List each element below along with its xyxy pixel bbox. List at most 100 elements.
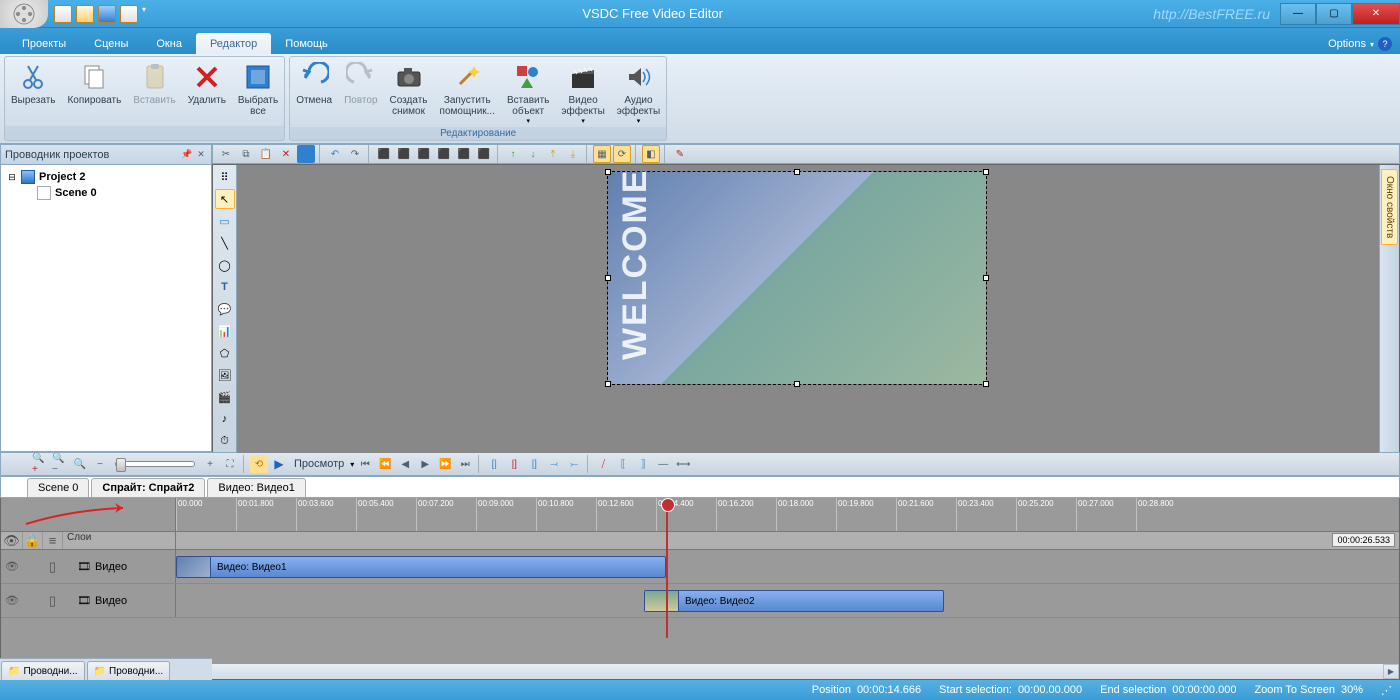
video-preview-frame[interactable]: WELCOME <box>607 171 987 385</box>
step-fwd-icon[interactable]: ▶ <box>416 455 434 473</box>
properties-tab[interactable]: Окно свойств <box>1381 169 1398 245</box>
zoom-fit-icon[interactable]: 🔍 <box>71 455 89 473</box>
grid-btn-3[interactable]: ◧ <box>642 145 660 163</box>
line-tool-icon[interactable]: ╲ <box>215 233 235 253</box>
chart-tool-icon[interactable]: 📊 <box>215 321 235 341</box>
options-menu[interactable]: Options <box>1328 38 1366 50</box>
align-right-icon[interactable]: ⬛ <box>415 145 433 163</box>
mini-redo-icon[interactable]: ↷ <box>346 145 364 163</box>
tab-windows[interactable]: Окна <box>142 33 196 54</box>
tree-scene[interactable]: Scene 0 <box>7 185 205 201</box>
delete-button[interactable]: Удалить <box>182 57 232 126</box>
audio-tool-icon[interactable]: ♪ <box>215 409 235 429</box>
clip-video2[interactable]: Видео: Видео2 <box>644 590 944 612</box>
play-icon[interactable]: ▶ <box>270 455 288 473</box>
text-tool-icon[interactable]: T <box>215 277 235 297</box>
align-bot-icon[interactable]: ⬛ <box>475 145 493 163</box>
shape-tool-icon[interactable]: ⬠ <box>215 343 235 363</box>
ruler-scale[interactable]: 00.00000:01.80000:03.60000:05.40000:07.2… <box>176 498 1399 531</box>
tab-scenes[interactable]: Сцены <box>80 33 142 54</box>
project-tree[interactable]: ⊟ Project 2 Scene 0 <box>1 165 211 451</box>
arrow-up-icon[interactable]: ↑ <box>504 145 522 163</box>
track-2-area[interactable]: Видео: Видео2 <box>176 584 1399 617</box>
explorer-tab-1[interactable]: 📁Проводни... <box>1 661 85 680</box>
help-icon[interactable]: ? <box>1378 37 1392 51</box>
slider-thumb[interactable] <box>116 458 126 472</box>
track-name[interactable]: 🎞Видео <box>63 550 175 583</box>
maximize-button[interactable]: ▢ <box>1316 3 1352 25</box>
tab-editor[interactable]: Редактор <box>196 33 271 54</box>
insert-object-button[interactable]: Вставить объект▾ <box>501 57 555 127</box>
redo-button[interactable]: Повтор <box>338 57 383 127</box>
cut-button[interactable]: Вырезать <box>5 57 61 126</box>
video-tool-icon[interactable]: 🎬 <box>215 387 235 407</box>
mini-delete-icon[interactable]: ✕ <box>277 145 295 163</box>
loop-icon[interactable]: ⟲ <box>250 455 268 473</box>
marker-a-icon[interactable]: [| <box>485 455 503 473</box>
track-name[interactable]: 🎞Видео <box>63 584 175 617</box>
counter-tool-icon[interactable]: ⏱ <box>215 431 235 451</box>
arrow-up2-icon[interactable]: ⤒ <box>544 145 562 163</box>
mini-paste-icon[interactable]: 📋 <box>257 145 275 163</box>
qat-dropdown-icon[interactable]: ▾ <box>142 5 146 23</box>
mini-cut-icon[interactable]: ✂ <box>217 145 235 163</box>
align-left-icon[interactable]: ⬛ <box>375 145 393 163</box>
timeline-empty-area[interactable] <box>1 618 1399 663</box>
ripple-icon[interactable]: ⟷ <box>674 455 692 473</box>
qat-new-icon[interactable] <box>54 5 72 23</box>
qat-export-icon[interactable] <box>120 5 138 23</box>
tl-tab-sprite[interactable]: Спрайт: Спрайт2 <box>91 478 205 497</box>
tl-tab-video[interactable]: Видео: Видео1 <box>207 478 306 497</box>
track-1-area[interactable]: Видео: Видео1 <box>176 550 1399 583</box>
scroll-right-icon[interactable]: ▶ <box>1383 664 1399 679</box>
handle-icon[interactable]: ⠿ <box>215 167 235 187</box>
mini-copy-icon[interactable]: ⧉ <box>237 145 255 163</box>
zoom-in-icon[interactable]: 🔍+ <box>31 455 49 473</box>
collapse-icon[interactable]: ⊟ <box>7 172 17 183</box>
qat-open-icon[interactable] <box>76 5 94 23</box>
resize-grip-icon[interactable]: ⋰ <box>1381 684 1392 697</box>
split-icon[interactable]: ⧸ <box>594 455 612 473</box>
mini-undo-icon[interactable]: ↶ <box>326 145 344 163</box>
image-tool-icon[interactable]: 🖼 <box>215 365 235 385</box>
wizard-button[interactable]: Запустить помощник... <box>434 57 501 127</box>
arrow-down-icon[interactable]: ↓ <box>524 145 542 163</box>
pin-icon[interactable]: 📌 <box>181 149 193 161</box>
tab-help[interactable]: Помощь <box>271 33 342 54</box>
explorer-tab-2[interactable]: 📁Проводни... <box>87 661 171 680</box>
go-end-icon[interactable]: ⏭ <box>456 455 474 473</box>
select-all-button[interactable]: Выбрать все <box>232 57 284 126</box>
tab-projects[interactable]: Проекты <box>8 33 80 54</box>
zoom-out-icon[interactable]: 🔍− <box>51 455 69 473</box>
link-l-icon[interactable]: ⤙ <box>545 455 563 473</box>
canvas-viewport[interactable]: WELCOME <box>237 165 1379 453</box>
ffwd-icon[interactable]: ⏩ <box>436 455 454 473</box>
remove-icon[interactable]: — <box>654 455 672 473</box>
trim-l-icon[interactable]: ⟦ <box>614 455 632 473</box>
link-r-icon[interactable]: ⤚ <box>565 455 583 473</box>
close-panel-icon[interactable]: ✕ <box>195 149 207 161</box>
track-visibility-icon[interactable]: 👁 <box>1 584 23 617</box>
mini-select-icon[interactable] <box>297 145 315 163</box>
cursor-tool-icon[interactable]: ↖ <box>215 189 235 209</box>
marker-c-icon[interactable]: |] <box>525 455 543 473</box>
qat-save-icon[interactable] <box>98 5 116 23</box>
tree-root[interactable]: ⊟ Project 2 <box>7 169 205 185</box>
arrow-down2-icon[interactable]: ⤓ <box>564 145 582 163</box>
eye-column-icon[interactable]: 👁 <box>1 532 23 549</box>
ellipse-tool-icon[interactable]: ◯ <box>215 255 235 275</box>
chevron-down-icon[interactable]: ▾ <box>350 460 354 469</box>
video-effects-button[interactable]: Видео эффекты▾ <box>555 57 610 127</box>
go-start-icon[interactable]: ⏮ <box>356 455 374 473</box>
app-menu-button[interactable] <box>0 0 48 28</box>
pencil-icon[interactable]: ✎ <box>671 145 689 163</box>
grid-btn-2[interactable]: ⟳ <box>613 145 631 163</box>
watermark-link[interactable]: http://BestFREE.ru <box>1153 6 1280 22</box>
snapshot-button[interactable]: Создать снимок <box>384 57 434 127</box>
minimize-button[interactable]: — <box>1280 3 1316 25</box>
timeline-ruler[interactable]: 00.00000:01.80000:03.60000:05.40000:07.2… <box>1 498 1399 532</box>
marker-b-icon[interactable]: |] <box>505 455 523 473</box>
tl-tab-scene[interactable]: Scene 0 <box>27 478 89 497</box>
lock-column-icon[interactable]: 🔒 <box>23 532 43 549</box>
playhead[interactable] <box>666 498 668 638</box>
